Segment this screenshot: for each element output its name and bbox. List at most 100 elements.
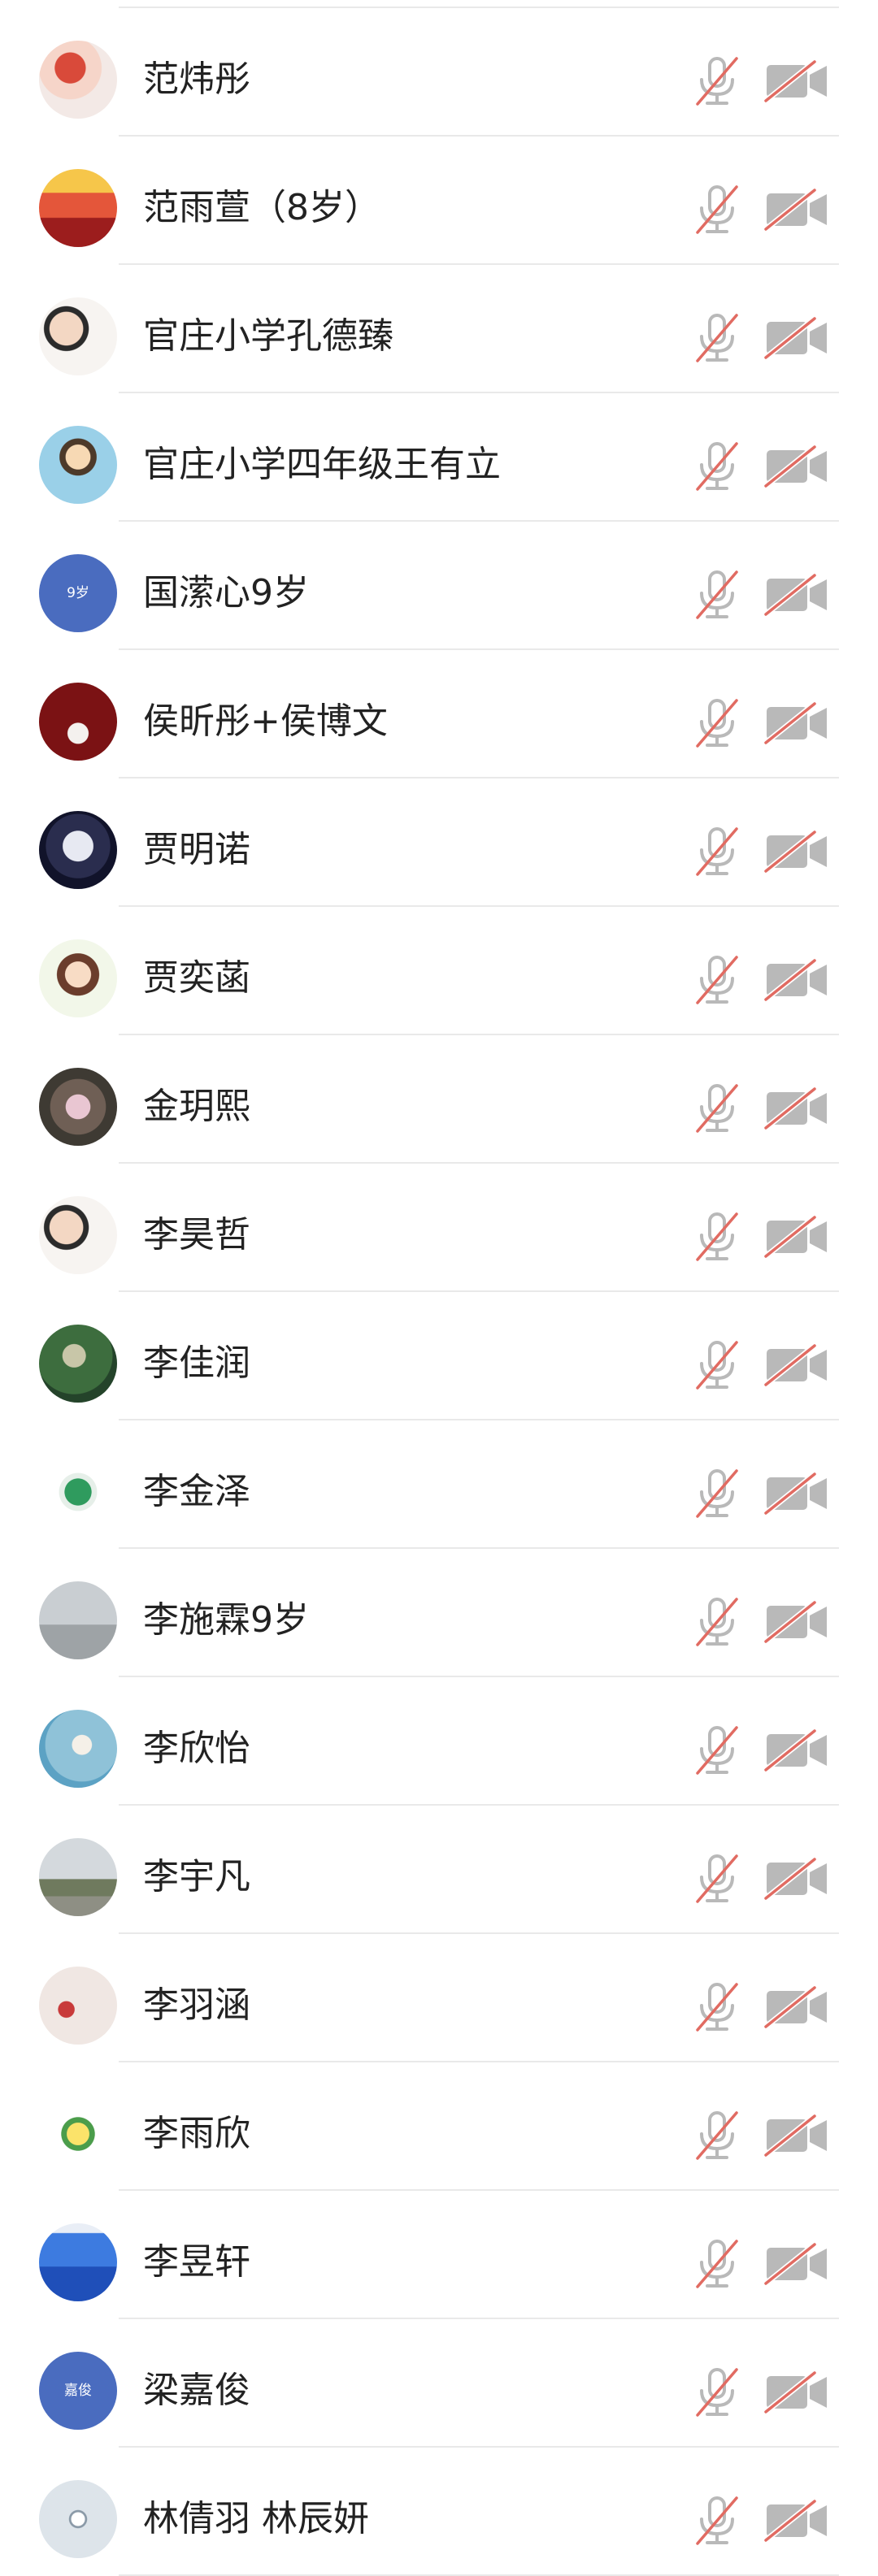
avatar [39,1581,117,1659]
participant-name: 官庄小学四年级王有立 [143,444,501,485]
avatar [39,1325,117,1403]
participant-row[interactable]: 李雨欣 [0,2062,878,2191]
participant-row[interactable]: 李施霖9岁 [0,1549,878,1677]
mic-muted-icon[interactable] [693,1211,741,1263]
avatar: 嘉俊 [39,2352,117,2430]
participant-name: 侯昕彤+侯博文 [143,700,388,742]
avatar [39,169,117,247]
camera-off-icon[interactable] [764,959,829,1001]
participant-row[interactable]: 9岁 国潆心9岁 [0,522,878,650]
mic-muted-icon[interactable] [693,2110,741,2162]
camera-off-icon[interactable] [764,1087,829,1130]
participant-row[interactable]: 李金泽 [0,1420,878,1549]
mic-muted-icon[interactable] [693,2238,741,2290]
participant-name: 李欣怡 [143,1728,250,1769]
mic-muted-icon[interactable] [693,1082,741,1134]
participant-name: 范炜彤 [143,59,250,100]
avatar [39,939,117,1017]
mic-muted-icon[interactable] [693,2366,741,2418]
participant-name: 李金泽 [143,1471,250,1512]
avatar [39,41,117,119]
participant-row[interactable]: 李昊哲 [0,1164,878,1292]
mic-muted-icon[interactable] [693,1724,741,1776]
participant-name: 李佳润 [143,1342,250,1384]
mic-muted-icon[interactable] [693,1596,741,1648]
mic-muted-icon[interactable] [693,954,741,1006]
participant-name: 李宇凡 [143,1856,250,1897]
camera-off-icon[interactable] [764,1216,829,1258]
participant-name: 金玥熙 [143,1086,250,1127]
avatar [39,1068,117,1146]
participant-name: 官庄小学孔德臻 [143,315,393,357]
participant-name: 国潆心9岁 [143,572,309,614]
camera-off-icon[interactable] [764,445,829,488]
camera-off-icon[interactable] [764,1344,829,1386]
participant-name: 李昱轩 [143,2241,250,2283]
participant-list: 范炜彤范雨萱（8岁） 官庄小学孔德臻官庄小学四年级王有立 9岁 国潆心9岁侯昕彤+侯博… [0,0,878,2576]
camera-off-icon[interactable] [764,1729,829,1772]
mic-muted-icon[interactable] [693,1853,741,1905]
camera-off-icon[interactable] [764,1472,829,1515]
avatar [39,2480,117,2558]
camera-off-icon[interactable] [764,702,829,744]
participant-row[interactable]: 范炜彤 [0,8,878,137]
avatar [39,426,117,504]
avatar [39,811,117,889]
mic-muted-icon[interactable] [693,184,741,236]
camera-off-icon[interactable] [764,2371,829,2413]
camera-off-icon[interactable] [764,830,829,873]
participant-row[interactable]: 嘉俊 梁嘉俊 [0,2319,878,2448]
participant-row[interactable]: 贾明诺 [0,778,878,907]
participant-row[interactable]: 李欣怡 [0,1677,878,1806]
avatar-text: 9岁 [67,585,89,601]
mic-muted-icon[interactable] [693,569,741,621]
participant-name: 李昊哲 [143,1214,250,1255]
avatar [39,1196,117,1274]
mic-muted-icon[interactable] [693,2495,741,2547]
avatar-text: 嘉俊 [64,2383,92,2399]
participant-name: 梁嘉俊 [143,2370,250,2411]
avatar [39,1967,117,2045]
participant-row[interactable]: 金玥熙 [0,1035,878,1164]
mic-muted-icon[interactable] [693,312,741,364]
participant-row[interactable]: 李羽涵 [0,1934,878,2062]
camera-off-icon[interactable] [764,1858,829,1900]
mic-muted-icon[interactable] [693,440,741,492]
camera-off-icon[interactable] [764,1601,829,1643]
camera-off-icon[interactable] [764,2114,829,2157]
mic-muted-icon[interactable] [693,1339,741,1391]
participant-row[interactable]: 侯昕彤+侯博文 [0,650,878,778]
participant-row[interactable]: 官庄小学孔德臻 [0,265,878,393]
avatar [39,297,117,375]
participant-name: 李施霖9岁 [143,1599,309,1641]
avatar [39,1838,117,1916]
camera-off-icon[interactable] [764,189,829,231]
participant-name: 李羽涵 [143,1984,250,2026]
camera-off-icon[interactable] [764,317,829,359]
camera-off-icon[interactable] [764,60,829,102]
camera-off-icon[interactable] [764,1986,829,2028]
mic-muted-icon[interactable] [693,826,741,878]
avatar [39,683,117,761]
avatar [39,2095,117,2173]
participant-name: 贾明诺 [143,829,250,870]
camera-off-icon[interactable] [764,574,829,616]
participant-name: 林倩羽 林辰妍 [143,2498,369,2539]
mic-muted-icon[interactable] [693,697,741,749]
participant-row[interactable]: 官庄小学四年级王有立 [0,393,878,522]
avatar [39,2223,117,2301]
participant-name: 范雨萱（8岁） [143,187,380,228]
participant-row[interactable]: 李佳润 [0,1292,878,1420]
mic-muted-icon[interactable] [693,1468,741,1520]
participant-row[interactable]: 林倩羽 林辰妍 [0,2448,878,2576]
participant-row[interactable]: 李昱轩 [0,2191,878,2319]
participant-name: 贾奕菡 [143,957,250,999]
camera-off-icon[interactable] [764,2243,829,2285]
participant-name: 李雨欣 [143,2113,250,2154]
participant-row[interactable]: 李宇凡 [0,1806,878,1934]
participant-row[interactable]: 范雨萱（8岁） [0,137,878,265]
mic-muted-icon[interactable] [693,1981,741,2033]
avatar [39,1453,117,1531]
participant-row[interactable]: 贾奕菡 [0,907,878,1035]
mic-muted-icon[interactable] [693,55,741,107]
